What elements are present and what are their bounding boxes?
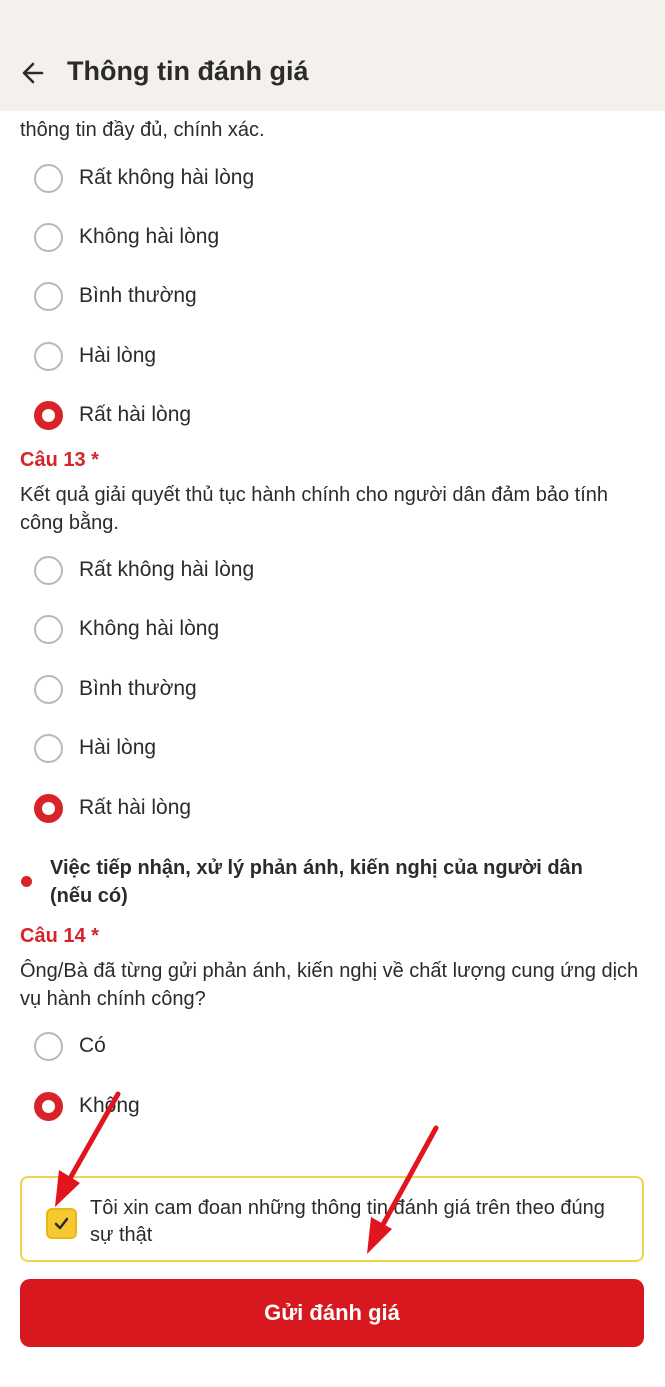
- option-label: Bình thường: [79, 677, 197, 700]
- radio-button-selected[interactable]: [34, 401, 63, 430]
- q12-option-5[interactable]: Rất hài lòng: [34, 399, 434, 433]
- q13-option-4[interactable]: Hài lòng: [34, 732, 434, 766]
- bullet-dot-icon: [21, 876, 32, 887]
- option-label: Rất hài lòng: [79, 796, 192, 819]
- option-label: Bình thường: [79, 284, 197, 307]
- commitment-checkbox[interactable]: [46, 1208, 77, 1239]
- app-header: Thông tin đánh giá: [0, 0, 665, 111]
- option-label: Rất không hài lòng: [79, 166, 255, 189]
- q12-option-3[interactable]: Bình thường: [34, 280, 434, 314]
- radio-button[interactable]: [34, 675, 63, 704]
- option-label: Có: [79, 1034, 106, 1057]
- radio-button[interactable]: [34, 342, 63, 371]
- radio-button[interactable]: [34, 223, 63, 252]
- option-label: Rất không hài lòng: [79, 558, 255, 581]
- radio-button[interactable]: [34, 282, 63, 311]
- radio-button-selected[interactable]: [34, 794, 63, 823]
- page-title: Thông tin đánh giá: [67, 56, 309, 86]
- option-label: Hài lòng: [79, 344, 157, 367]
- question-14-label: Câu 14 *: [20, 925, 99, 947]
- q13-option-1[interactable]: Rất không hài lòng: [34, 554, 434, 588]
- survey-content: thông tin đầy đủ, chính xác. Rất không h…: [0, 0, 665, 1387]
- radio-button[interactable]: [34, 734, 63, 763]
- q12-option-4[interactable]: Hài lòng: [34, 340, 434, 374]
- submit-button-label: Gửi đánh giá: [264, 1300, 400, 1325]
- radio-button[interactable]: [34, 556, 63, 585]
- radio-button[interactable]: [34, 1032, 63, 1061]
- option-label: Không hài lòng: [79, 617, 220, 640]
- section-title: Việc tiếp nhận, xử lý phản ánh, kiến ngh…: [50, 857, 583, 907]
- arrow-left-icon[interactable]: [18, 58, 54, 88]
- option-label: Rất hài lòng: [79, 403, 192, 426]
- checkmark-icon: [54, 1217, 69, 1230]
- q13-option-3[interactable]: Bình thường: [34, 673, 434, 707]
- q14-option-1[interactable]: Có: [34, 1030, 434, 1064]
- question-14-text: Ông/Bà đã từng gửi phản ánh, kiến nghị v…: [20, 960, 639, 1010]
- radio-button[interactable]: [34, 164, 63, 193]
- option-label: Hài lòng: [79, 736, 157, 759]
- commitment-box: Tôi xin cam đoan những thông tin đánh gi…: [20, 1176, 644, 1262]
- radio-button[interactable]: [34, 615, 63, 644]
- submit-button[interactable]: Gửi đánh giá: [20, 1279, 644, 1347]
- q13-option-5[interactable]: Rất hài lòng: [34, 792, 434, 826]
- question-13-label: Câu 13 *: [20, 449, 99, 471]
- question-12-text: thông tin đầy đủ, chính xác.: [20, 119, 265, 141]
- question-13-text: Kết quả giải quyết thủ tục hành chính ch…: [20, 484, 609, 534]
- commitment-text: Tôi xin cam đoan những thông tin đánh gi…: [90, 1197, 605, 1246]
- option-label: Không hài lòng: [79, 225, 220, 248]
- radio-button-selected[interactable]: [34, 1092, 63, 1121]
- q13-option-2[interactable]: Không hài lòng: [34, 613, 434, 647]
- q12-option-2[interactable]: Không hài lòng: [34, 221, 434, 255]
- q14-option-2[interactable]: Không: [34, 1090, 434, 1124]
- option-label: Không: [79, 1094, 140, 1117]
- q12-option-1[interactable]: Rất không hài lòng: [34, 162, 434, 196]
